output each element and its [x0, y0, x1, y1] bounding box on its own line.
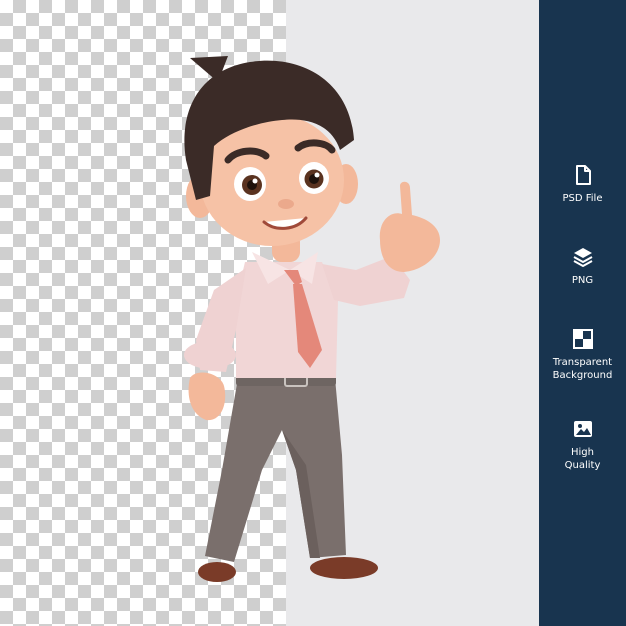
- preview-canvas: [0, 0, 539, 626]
- file-icon: [575, 165, 591, 185]
- feature-png: PNG: [539, 246, 626, 287]
- feature-label-high-quality: High Quality: [564, 447, 601, 471]
- image-icon: [573, 421, 592, 437]
- feature-label-psd-file: PSD File: [562, 193, 603, 204]
- feature-label-png: PNG: [571, 275, 594, 286]
- layers-icon: [573, 248, 592, 267]
- feature-psd-file: PSD File: [539, 164, 626, 205]
- checkerboard-icon: [572, 329, 593, 349]
- features-sidebar: PSD File PNG Transparent Background High…: [539, 0, 626, 626]
- feature-high-quality: High Quality: [539, 418, 626, 472]
- feature-transparent-background: Transparent Background: [539, 328, 626, 382]
- feature-label-transparent-background: Transparent Background: [552, 357, 613, 381]
- cartoon-businessman-illustration: [184, 56, 440, 582]
